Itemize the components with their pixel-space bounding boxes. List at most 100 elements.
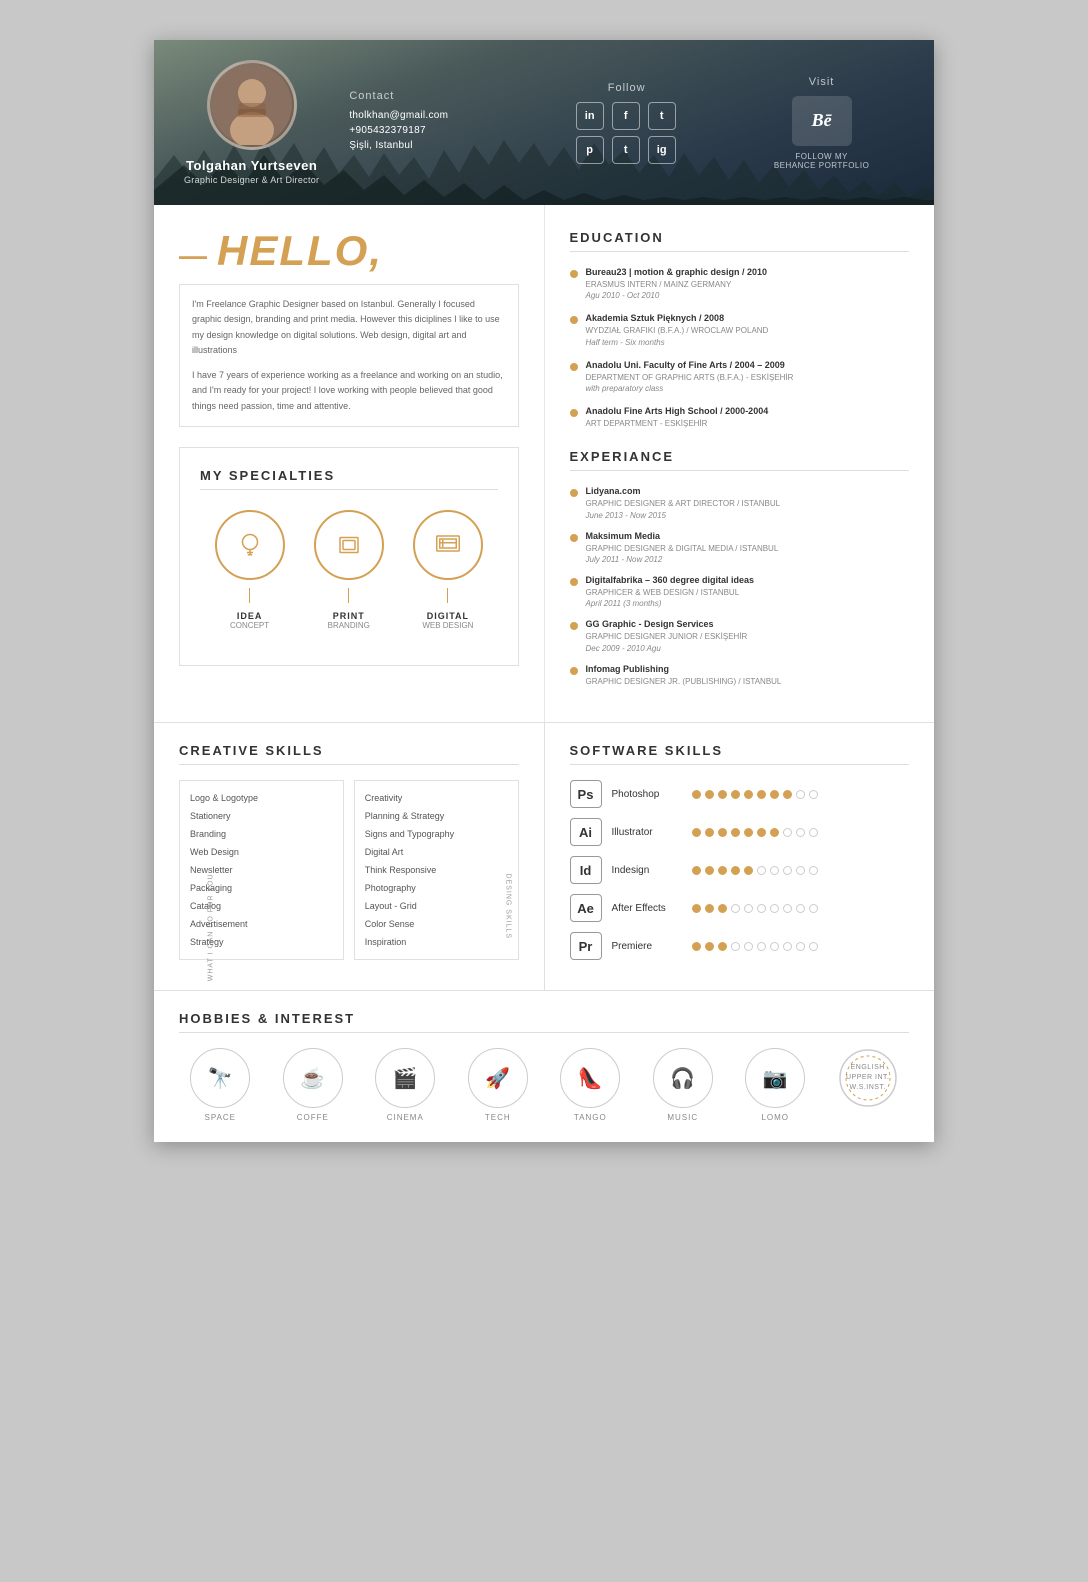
dot-filled: [692, 904, 701, 913]
creative-skill-item: Advertisement: [190, 915, 333, 933]
edu-sub: ART DEPARTMENT - ESKİŞEHİR: [586, 418, 769, 429]
experience-section: EXPERIANCE Lidyana.com GRAPHIC DESIGNER …: [570, 449, 910, 687]
exp-item-2: Digitalfabrika – 360 degree digital idea…: [570, 575, 910, 609]
edu-date: with preparatory class: [586, 383, 794, 394]
dot-filled: [705, 866, 714, 875]
hobby-item-7: ENGLISHUPPER INT.W.S.INST.: [838, 1048, 898, 1122]
header-section: Tolgahan Yurtseven Graphic Designer & Ar…: [154, 40, 934, 205]
avatar-section: Tolgahan Yurtseven Graphic Designer & Ar…: [184, 60, 319, 185]
dot-empty: [757, 904, 766, 913]
print-label: PRINT BRANDING: [328, 611, 370, 630]
design-skill-item: Inspiration: [365, 933, 508, 951]
behance-icon[interactable]: Bē: [792, 96, 852, 146]
sw-dots: [692, 828, 818, 837]
idea-circle: [215, 510, 285, 580]
specialties-icons: IDEA CONCEPT PRINT: [200, 510, 498, 630]
hobby-circle: 🔭: [190, 1048, 250, 1108]
edu-sub: WYDZIAŁ GRAFIKI (B.F.A.) / WROCLAW POLAN…: [586, 325, 769, 336]
exp-date: April 2011 (3 months): [586, 598, 755, 609]
hobby-circle: 🎧: [653, 1048, 713, 1108]
specialties-title: MY SPECIALTIES: [200, 468, 498, 490]
hobby-item-5: 🎧 MUSIC: [653, 1048, 713, 1122]
creative-skills-title: CREATIVE SKILLS: [179, 743, 519, 765]
hobby-label: COFFE: [297, 1113, 329, 1122]
creative-list-2: CreativityPlanning & StrategySigns and T…: [354, 780, 519, 960]
hobby-item-4: 👠 TANGO: [560, 1048, 620, 1122]
hobby-icon: 🚀: [485, 1066, 510, 1091]
creative-skills-section: CREATIVE SKILLS WHAT I CAN DO FOR YOU Lo…: [154, 723, 545, 990]
edu-sub: ERASMUS INTERN / MAINZ GERMANY: [586, 279, 768, 290]
sw-icon: Pr: [570, 932, 602, 960]
hello-title: — HELLO,: [179, 230, 519, 272]
exp-dot: [570, 534, 578, 542]
edu-sub: DEPARTMENT OF GRAPHIC ARTS (B.F.A.) - ES…: [586, 372, 794, 383]
pinterest-icon[interactable]: p: [576, 136, 604, 164]
edu-content: Anadolu Uni. Faculty of Fine Arts / 2004…: [586, 360, 794, 394]
dot-filled: [692, 790, 701, 799]
design-skill-item: Planning & Strategy: [365, 807, 508, 825]
education-items: Bureau23 | motion & graphic design / 201…: [570, 267, 910, 429]
follow-section: Follow in f t p t ig: [544, 82, 709, 164]
design-skill-item: Layout - Grid: [365, 897, 508, 915]
right-column: EDUCATION Bureau23 | motion & graphic de…: [545, 205, 935, 722]
exp-role: GRAPHIC DESIGNER JR. (PUBLISHING) / ISTA…: [586, 676, 782, 687]
hobby-item-2: 🎬 CINEMA: [375, 1048, 435, 1122]
dot-filled: [718, 904, 727, 913]
dot-empty: [770, 942, 779, 951]
dot-filled: [705, 904, 714, 913]
edu-dot: [570, 409, 578, 417]
exp-dot: [570, 489, 578, 497]
edu-degree: Bureau23 | motion & graphic design / 201…: [586, 267, 768, 277]
hobbies-title: HOBBIES & INTEREST: [179, 1011, 909, 1033]
sw-item-2: Id Indesign: [570, 856, 910, 884]
exp-date: Dec 2009 - 2010 Agu: [586, 643, 748, 654]
dot-empty: [796, 942, 805, 951]
exp-role: GRAPHIC DESIGNER JUNIOR / ESKİŞEHİR: [586, 631, 748, 642]
dot-empty: [809, 790, 818, 799]
dot-filled: [770, 828, 779, 837]
edu-item-2: Anadolu Uni. Faculty of Fine Arts / 2004…: [570, 360, 910, 394]
dot-empty: [744, 904, 753, 913]
education-section: EDUCATION Bureau23 | motion & graphic de…: [570, 230, 910, 429]
dot-filled: [731, 790, 740, 799]
print-line: [348, 588, 349, 603]
edu-item-3: Anadolu Fine Arts High School / 2000-200…: [570, 406, 910, 429]
edu-item-0: Bureau23 | motion & graphic design / 201…: [570, 267, 910, 301]
dot-filled: [757, 828, 766, 837]
specialty-idea: IDEA CONCEPT: [215, 510, 285, 630]
dot-filled: [705, 942, 714, 951]
hello-section: — HELLO, I'm Freelance Graphic Designer …: [179, 230, 519, 427]
edu-content: Anadolu Fine Arts High School / 2000-200…: [586, 406, 769, 429]
hobby-label: SPACE: [204, 1113, 236, 1122]
exp-company: Infomag Publishing: [586, 664, 782, 674]
tumblr-icon[interactable]: t: [612, 136, 640, 164]
exp-content: Infomag Publishing GRAPHIC DESIGNER JR. …: [586, 664, 782, 687]
sw-icon: Id: [570, 856, 602, 884]
twitter-icon[interactable]: t: [648, 102, 676, 130]
specialty-digital: DIGITAL WEB DESIGN: [413, 510, 483, 630]
print-circle: [314, 510, 384, 580]
sw-name: Photoshop: [612, 789, 682, 800]
hobby-label: TANGO: [574, 1113, 607, 1122]
edu-degree: Akademia Sztuk Pięknych / 2008: [586, 313, 769, 323]
dot-empty: [809, 866, 818, 875]
facebook-icon[interactable]: f: [612, 102, 640, 130]
design-skill-item: Digital Art: [365, 843, 508, 861]
design-skill-item: Signs and Typography: [365, 825, 508, 843]
contact-section: Contact tholkhan@gmail.com +905432379187…: [349, 90, 514, 155]
hobby-icon: ☕: [300, 1066, 325, 1091]
dot-empty: [796, 866, 805, 875]
hobby-item-3: 🚀 TECH: [468, 1048, 528, 1122]
exp-role: GRAPHIC DESIGNER & DIGITAL MEDIA / ISTAN…: [586, 543, 779, 554]
creative-skill-item: Logo & Logotype: [190, 789, 333, 807]
exp-item-1: Maksimum Media GRAPHIC DESIGNER & DIGITA…: [570, 531, 910, 565]
digital-line: [447, 588, 448, 603]
linkedin-icon[interactable]: in: [576, 102, 604, 130]
dot-filled: [692, 866, 701, 875]
sw-name: After Effects: [612, 903, 682, 914]
digital-circle: [413, 510, 483, 580]
instagram-icon[interactable]: ig: [648, 136, 676, 164]
hobby-circle: ☕: [283, 1048, 343, 1108]
creative-skill-item: Newsletter: [190, 861, 333, 879]
hobby-circle: 👠: [560, 1048, 620, 1108]
